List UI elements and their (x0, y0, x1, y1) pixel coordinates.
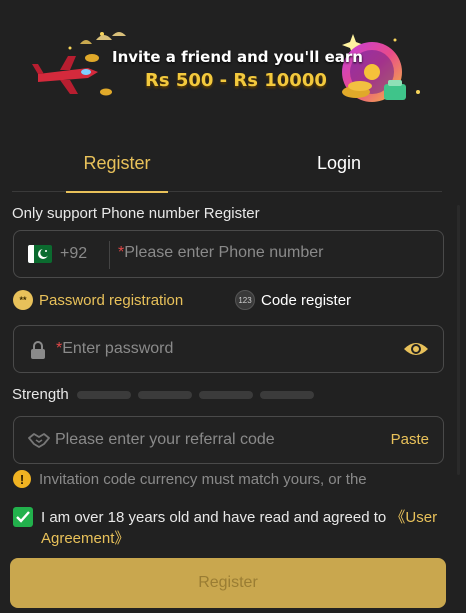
phone-placeholder: Please enter Phone number (124, 244, 324, 261)
password-placeholder: Enter password (62, 340, 174, 357)
referral-code-field[interactable]: Please enter your referral code Paste (13, 416, 444, 464)
referral-code-input[interactable]: Please enter your referral code (55, 431, 275, 449)
strength-segment-1 (77, 391, 131, 399)
agreement-text-block: I am over 18 years old and have read and… (41, 507, 441, 549)
tab-login[interactable]: Login (288, 140, 390, 192)
strength-segment-2 (138, 391, 192, 399)
numeric-code-icon: 123 (235, 290, 255, 310)
agreement-text: I am over 18 years old and have read and… (41, 509, 391, 526)
code-register-option[interactable]: 123 Code register (235, 290, 351, 310)
eye-icon[interactable] (403, 339, 429, 364)
strength-segment-4 (260, 391, 314, 399)
code-register-label: Code register (261, 291, 352, 309)
warning-icon: ! (13, 470, 31, 488)
password-dots-icon: ** (13, 290, 33, 310)
lock-icon (30, 340, 46, 365)
notice-text: Invitation code currency must match your… (39, 470, 367, 488)
banner-reward-range: Rs 500 - Rs 10000 (145, 70, 327, 91)
auth-tabs: Register Login (12, 140, 442, 193)
tab-register[interactable]: Register (66, 140, 168, 193)
field-divider (109, 241, 110, 269)
country-code[interactable]: +92 (60, 245, 87, 263)
password-input[interactable]: *Enter password (56, 340, 173, 358)
banner-headline: Invite a friend and you'll earn (112, 48, 363, 66)
referral-placeholder: Please enter your referral code (55, 431, 275, 448)
promo-banner[interactable]: Invite a friend and you'll earn Rs 500 -… (0, 0, 466, 120)
phone-input[interactable]: *Please enter Phone number (118, 244, 323, 262)
scrollbar[interactable] (457, 205, 460, 475)
checkmark-icon (16, 511, 30, 523)
support-note: Only support Phone number Register (12, 205, 260, 222)
agreement-checkbox[interactable] (13, 507, 33, 527)
handshake-icon (28, 431, 50, 454)
strength-segment-3 (199, 391, 253, 399)
pakistan-flag-icon[interactable] (28, 245, 52, 263)
strength-label: Strength (12, 386, 69, 403)
password-registration-label: Password registration (39, 291, 184, 309)
phone-number-field[interactable]: +92 *Please enter Phone number (13, 230, 444, 278)
password-field[interactable]: *Enter password (13, 325, 444, 373)
registration-method-options: ** Password registration 123 Code regist… (13, 290, 443, 314)
password-registration-option[interactable]: ** Password registration (13, 290, 183, 310)
airplane-icon (32, 56, 98, 94)
currency-notice: ! Invitation code currency must match yo… (13, 470, 367, 488)
register-submit-button[interactable]: Register (10, 558, 446, 608)
paste-button[interactable]: Paste (391, 431, 429, 448)
